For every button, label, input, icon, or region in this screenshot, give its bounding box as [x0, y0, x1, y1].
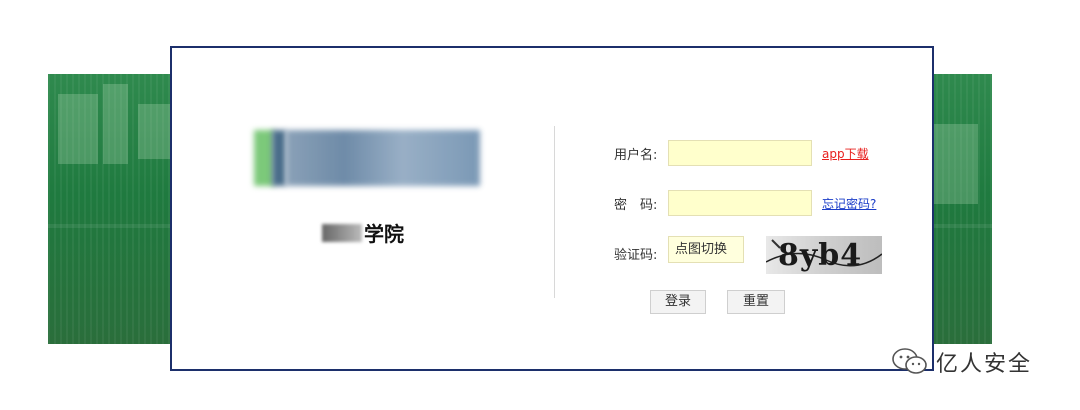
- reset-button[interactable]: 重置: [727, 290, 785, 314]
- school-name-mask: [322, 223, 362, 242]
- captcha-text: 8yb4: [778, 238, 863, 273]
- captcha-label: 验证码:: [614, 248, 658, 263]
- username-input[interactable]: [668, 140, 812, 166]
- login-button[interactable]: 登录: [650, 290, 706, 314]
- username-label: 用户名:: [614, 148, 658, 163]
- login-panel: 学院 用户名: app下载 密 码: 忘记密码? 验证码: 点图切换 8yb4 …: [170, 46, 934, 371]
- forgot-password-link[interactable]: 忘记密码?: [822, 195, 876, 212]
- school-logo: [254, 130, 480, 186]
- password-input[interactable]: [668, 190, 812, 216]
- school-name: 学院: [364, 222, 404, 246]
- watermark: 亿人安全: [890, 346, 1032, 378]
- captcha-image[interactable]: 8yb4: [766, 236, 882, 274]
- school-title: 学院: [322, 218, 404, 247]
- captcha-input[interactable]: 点图切换: [668, 236, 744, 263]
- watermark-text: 亿人安全: [936, 352, 1033, 377]
- wechat-icon: [892, 348, 927, 374]
- app-download-link[interactable]: app下载: [822, 145, 869, 162]
- panel-divider: [554, 126, 555, 298]
- password-label: 密 码:: [614, 198, 658, 213]
